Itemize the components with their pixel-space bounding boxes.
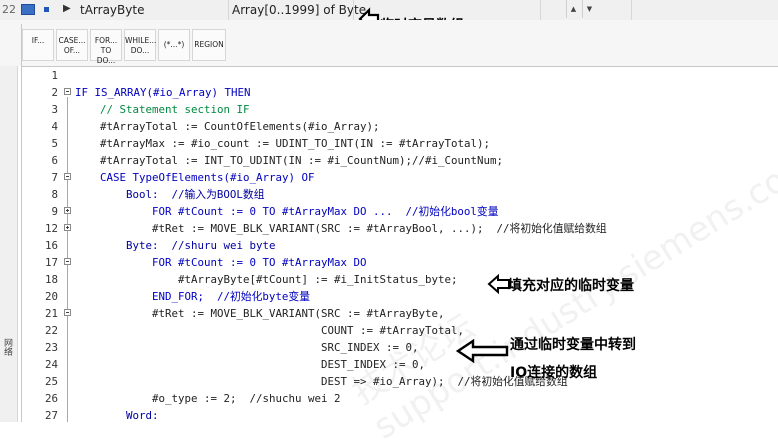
fold-collapse-icon[interactable] [64, 309, 71, 316]
line-number: 1 [51, 69, 58, 82]
code-text: Byte: //shuru wei byte [74, 239, 276, 252]
code-text: #tRet := MOVE_BLK_VARIANT(SRC := #tArray… [74, 222, 607, 235]
left-panel[interactable]: 网络 [0, 20, 18, 422]
code-line[interactable]: 12 #tRet := MOVE_BLK_VARIANT(SRC := #tAr… [22, 220, 778, 237]
cell-divider [353, 0, 354, 20]
code-line[interactable]: 2 IF IS_ARRAY(#io_Array) THEN [22, 84, 778, 101]
annotation-transfer-line1: 通过临时变量中转到 [510, 337, 636, 353]
annotation-fill: 填充对应的临时变量 [508, 278, 634, 294]
line-number: 18 [44, 273, 58, 286]
code-line[interactable]: 1 [22, 67, 778, 84]
line-number: 6 [51, 154, 58, 167]
line-number: 2 [51, 86, 58, 99]
line-number: 27 [44, 409, 58, 422]
instruction-toolbar: IF... CASE... OF... FOR... TO DO... WHIL… [0, 20, 778, 66]
expand-arrow-icon[interactable]: ▶ [63, 3, 71, 14]
code-text: SRC_INDEX := 0, [74, 341, 419, 354]
code-text: CASE TypeOfElements(#io_Array) OF [74, 171, 315, 184]
line-number: 22 [44, 324, 58, 337]
code-text: COUNT := #tArrayTotal, [74, 324, 465, 337]
case-button[interactable]: CASE... OF... [56, 29, 88, 61]
code-line[interactable]: 18 #tArrayByte[#tCount] := #i_InitStatus… [22, 271, 778, 288]
code-text: #tArrayMax := #io_count := UDINT_TO_INT(… [74, 137, 491, 150]
code-line[interactable]: 25 DEST => #io_Array); //将初始化值赋给数组 [22, 373, 778, 390]
fold-expand-icon[interactable] [64, 224, 71, 231]
code-comment: // Statement section IF [74, 103, 250, 116]
line-number: 3 [51, 103, 58, 116]
while-button[interactable]: WHILE... DO... [124, 29, 156, 61]
code-text: IF IS_ARRAY(#io_Array) THEN [75, 86, 251, 99]
variable-marker-icon [44, 7, 49, 12]
variable-type[interactable]: Array[0..1999] of Byte [232, 3, 366, 17]
code-line[interactable]: 21 #tRet := MOVE_BLK_VARIANT(SRC := #tAr… [22, 305, 778, 322]
code-editor[interactable]: 技术论坛 support.industry.siemens.com/cs 1 2… [22, 67, 778, 447]
for-button[interactable]: FOR... TO DO... [90, 29, 122, 65]
code-text: DEST => #io_Array); //将初始化值赋给数组 [74, 375, 568, 388]
code-line[interactable]: 4 #tArrayTotal := CountOfElements(#io_Ar… [22, 118, 778, 135]
code-line[interactable]: 23 SRC_INDEX := 0, [22, 339, 778, 356]
region-button[interactable]: REGION [192, 29, 226, 61]
line-number: 8 [51, 188, 58, 201]
code-line[interactable]: 3 // Statement section IF [22, 101, 778, 118]
line-number: 12 [44, 222, 58, 235]
code-text: #tArrayTotal := CountOfElements(#io_Arra… [74, 120, 380, 133]
dropdown-arrow-icon[interactable]: ▲ [566, 0, 580, 18]
code-line[interactable]: 17 FOR #tCount := 0 TO #tArrayMax DO [22, 254, 778, 271]
code-text: #tArrayTotal := INT_TO_UDINT(IN := #i_Co… [74, 154, 504, 167]
fold-collapse-icon[interactable] [64, 258, 71, 265]
if-button[interactable]: IF... [22, 29, 54, 61]
code-text: #tArrayByte[#tCount] := #i_InitStatus_by… [74, 273, 458, 286]
line-number: 24 [44, 358, 58, 371]
code-line[interactable]: 27 Word: [22, 407, 778, 424]
code-text: END_FOR; //初始化byte变量 [74, 290, 310, 303]
code-line[interactable]: 9 FOR #tCount := 0 TO #tArrayMax DO ... … [22, 203, 778, 220]
code-line[interactable]: 7 CASE TypeOfElements(#io_Array) OF [22, 169, 778, 186]
code-line[interactable]: 24 DEST_INDEX := 0, [22, 356, 778, 373]
code-line[interactable]: 20 END_FOR; //初始化byte变量 [22, 288, 778, 305]
line-number: 5 [51, 137, 58, 150]
cell-divider [540, 0, 541, 20]
line-number: 17 [44, 256, 58, 269]
dropdown-arrow-icon[interactable]: ▼ [582, 0, 596, 18]
line-number: 23 [44, 341, 58, 354]
code-line[interactable]: 16 Byte: //shuru wei byte [22, 237, 778, 254]
line-number: 7 [51, 171, 58, 184]
annotation-arrow-icon [455, 338, 509, 364]
code-line[interactable]: 8 Bool: //输入为BOOL数组 [22, 186, 778, 203]
code-text: Bool: //输入为BOOL数组 [74, 188, 265, 201]
line-number: 9 [51, 205, 58, 218]
code-text: Word: [74, 409, 159, 422]
fold-expand-icon[interactable] [64, 207, 71, 214]
line-number: 25 [44, 375, 58, 388]
code-text: FOR #tCount := 0 TO #tArrayMax DO [74, 256, 367, 269]
variable-icon [21, 4, 35, 15]
line-number: 26 [44, 392, 58, 405]
code-line[interactable]: 22 COUNT := #tArrayTotal, [22, 322, 778, 339]
code-text: FOR #tCount := 0 TO #tArrayMax DO ... //… [74, 205, 499, 218]
code-line[interactable]: 6 #tArrayTotal := INT_TO_UDINT(IN := #i_… [22, 152, 778, 169]
cell-divider [228, 0, 229, 20]
annotation-transfer-line2: IO连接的数组 [510, 365, 598, 381]
cell-divider [631, 0, 632, 20]
comment-button[interactable]: (*...*) [158, 29, 190, 61]
line-number: 21 [44, 307, 58, 320]
variable-row-number: 22 [2, 3, 16, 16]
code-line[interactable]: 5 #tArrayMax := #io_count := UDINT_TO_IN… [22, 135, 778, 152]
fold-collapse-icon[interactable] [64, 173, 71, 180]
fold-collapse-icon[interactable] [64, 88, 71, 95]
code-text: DEST_INDEX := 0, [74, 358, 426, 371]
line-number: 20 [44, 290, 58, 303]
line-number: 16 [44, 239, 58, 252]
left-panel-label: 网络 [2, 338, 12, 356]
code-text: #tRet := MOVE_BLK_VARIANT(SRC := #tArray… [74, 307, 445, 320]
line-number: 4 [51, 120, 58, 133]
code-text: #o_type := 2; //shuchu wei 2 [74, 392, 341, 405]
code-line[interactable]: 26 #o_type := 2; //shuchu wei 2 [22, 390, 778, 407]
variable-name[interactable]: tArrayByte [80, 3, 144, 17]
